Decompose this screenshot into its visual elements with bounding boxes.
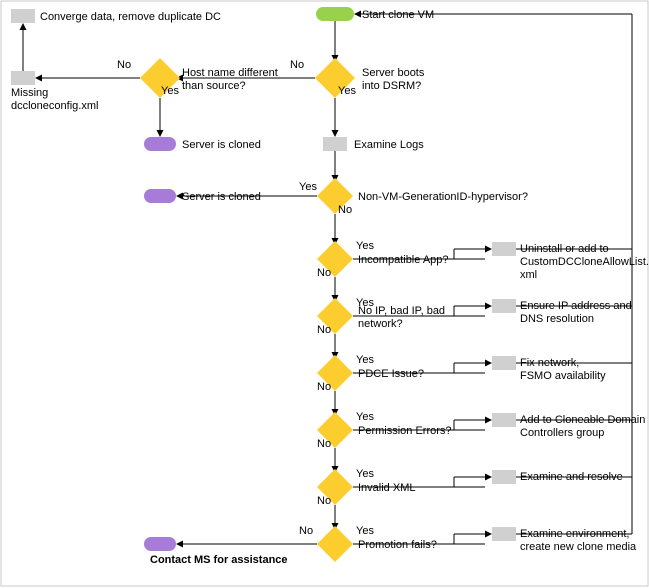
dsrm-label-1: Server boots bbox=[362, 67, 425, 79]
perm-action-box bbox=[492, 413, 516, 427]
hyp-label: Non-VM-GenerationID-hypervisor? bbox=[358, 191, 528, 203]
missing-label-1: Missing bbox=[11, 87, 48, 99]
missing-label-2: dccloneconfig.xml bbox=[11, 100, 98, 112]
perm-label: Permission Errors? bbox=[358, 425, 452, 437]
dsrm-label-2: into DSRM? bbox=[362, 80, 421, 92]
perm-no: No bbox=[317, 438, 331, 450]
ip-action-box bbox=[492, 299, 516, 313]
prom-action-2: create new clone media bbox=[520, 541, 637, 553]
ip-action-2: DNS resolution bbox=[520, 313, 594, 325]
cloned2-label: Server is cloned bbox=[182, 191, 261, 203]
converge-box bbox=[11, 9, 35, 23]
start-node bbox=[316, 7, 354, 21]
hyp-yes: Yes bbox=[299, 181, 317, 193]
xml-action-box bbox=[492, 470, 516, 484]
host-label-1: Host name different bbox=[182, 67, 278, 79]
xml-label: Invalid XML bbox=[358, 482, 415, 494]
app-no: No bbox=[317, 267, 331, 279]
app-yes: Yes bbox=[356, 240, 374, 252]
pdce-label: PDCE Issue? bbox=[358, 368, 424, 380]
ms-pill bbox=[144, 537, 176, 551]
ip-label-2: network? bbox=[358, 318, 403, 330]
ip-no: No bbox=[317, 324, 331, 336]
cloned2-pill bbox=[144, 189, 176, 203]
ms-label: Contact MS for assistance bbox=[150, 554, 288, 566]
app-label: Incompatible App? bbox=[358, 254, 449, 266]
decision-prom bbox=[317, 526, 353, 562]
cloned1-pill bbox=[144, 137, 176, 151]
dsrm-no: No bbox=[290, 59, 304, 71]
xml-no: No bbox=[317, 495, 331, 507]
dsrm-yes: Yes bbox=[338, 85, 356, 97]
logs-label: Examine Logs bbox=[354, 139, 424, 151]
logs-box bbox=[323, 137, 347, 151]
hyp-no: No bbox=[338, 204, 352, 216]
xml-yes: Yes bbox=[356, 468, 374, 480]
perm-action-2: Controllers group bbox=[520, 427, 604, 439]
prom-yes: Yes bbox=[356, 525, 374, 537]
app-action-3: xml bbox=[520, 269, 537, 281]
host-no: No bbox=[117, 59, 131, 71]
host-label-2: than source? bbox=[182, 80, 246, 92]
converge-label: Converge data, remove duplicate DC bbox=[40, 11, 221, 23]
missing-box bbox=[11, 71, 35, 85]
app-action-2: CustomDCCloneAllowList. bbox=[520, 256, 649, 268]
perm-yes: Yes bbox=[356, 411, 374, 423]
pdce-action-box bbox=[492, 356, 516, 370]
cloned1-label: Server is cloned bbox=[182, 139, 261, 151]
ip-yes: Yes bbox=[356, 297, 374, 309]
host-yes: Yes bbox=[161, 85, 179, 97]
start-label: Start clone VM bbox=[362, 9, 434, 21]
prom-action-box bbox=[492, 527, 516, 541]
prom-no: No bbox=[299, 525, 313, 537]
pdce-action-2: FSMO availability bbox=[520, 370, 606, 382]
prom-label: Promotion fails? bbox=[358, 539, 437, 551]
pdce-no: No bbox=[317, 381, 331, 393]
pdce-yes: Yes bbox=[356, 354, 374, 366]
app-action-box bbox=[492, 242, 516, 256]
